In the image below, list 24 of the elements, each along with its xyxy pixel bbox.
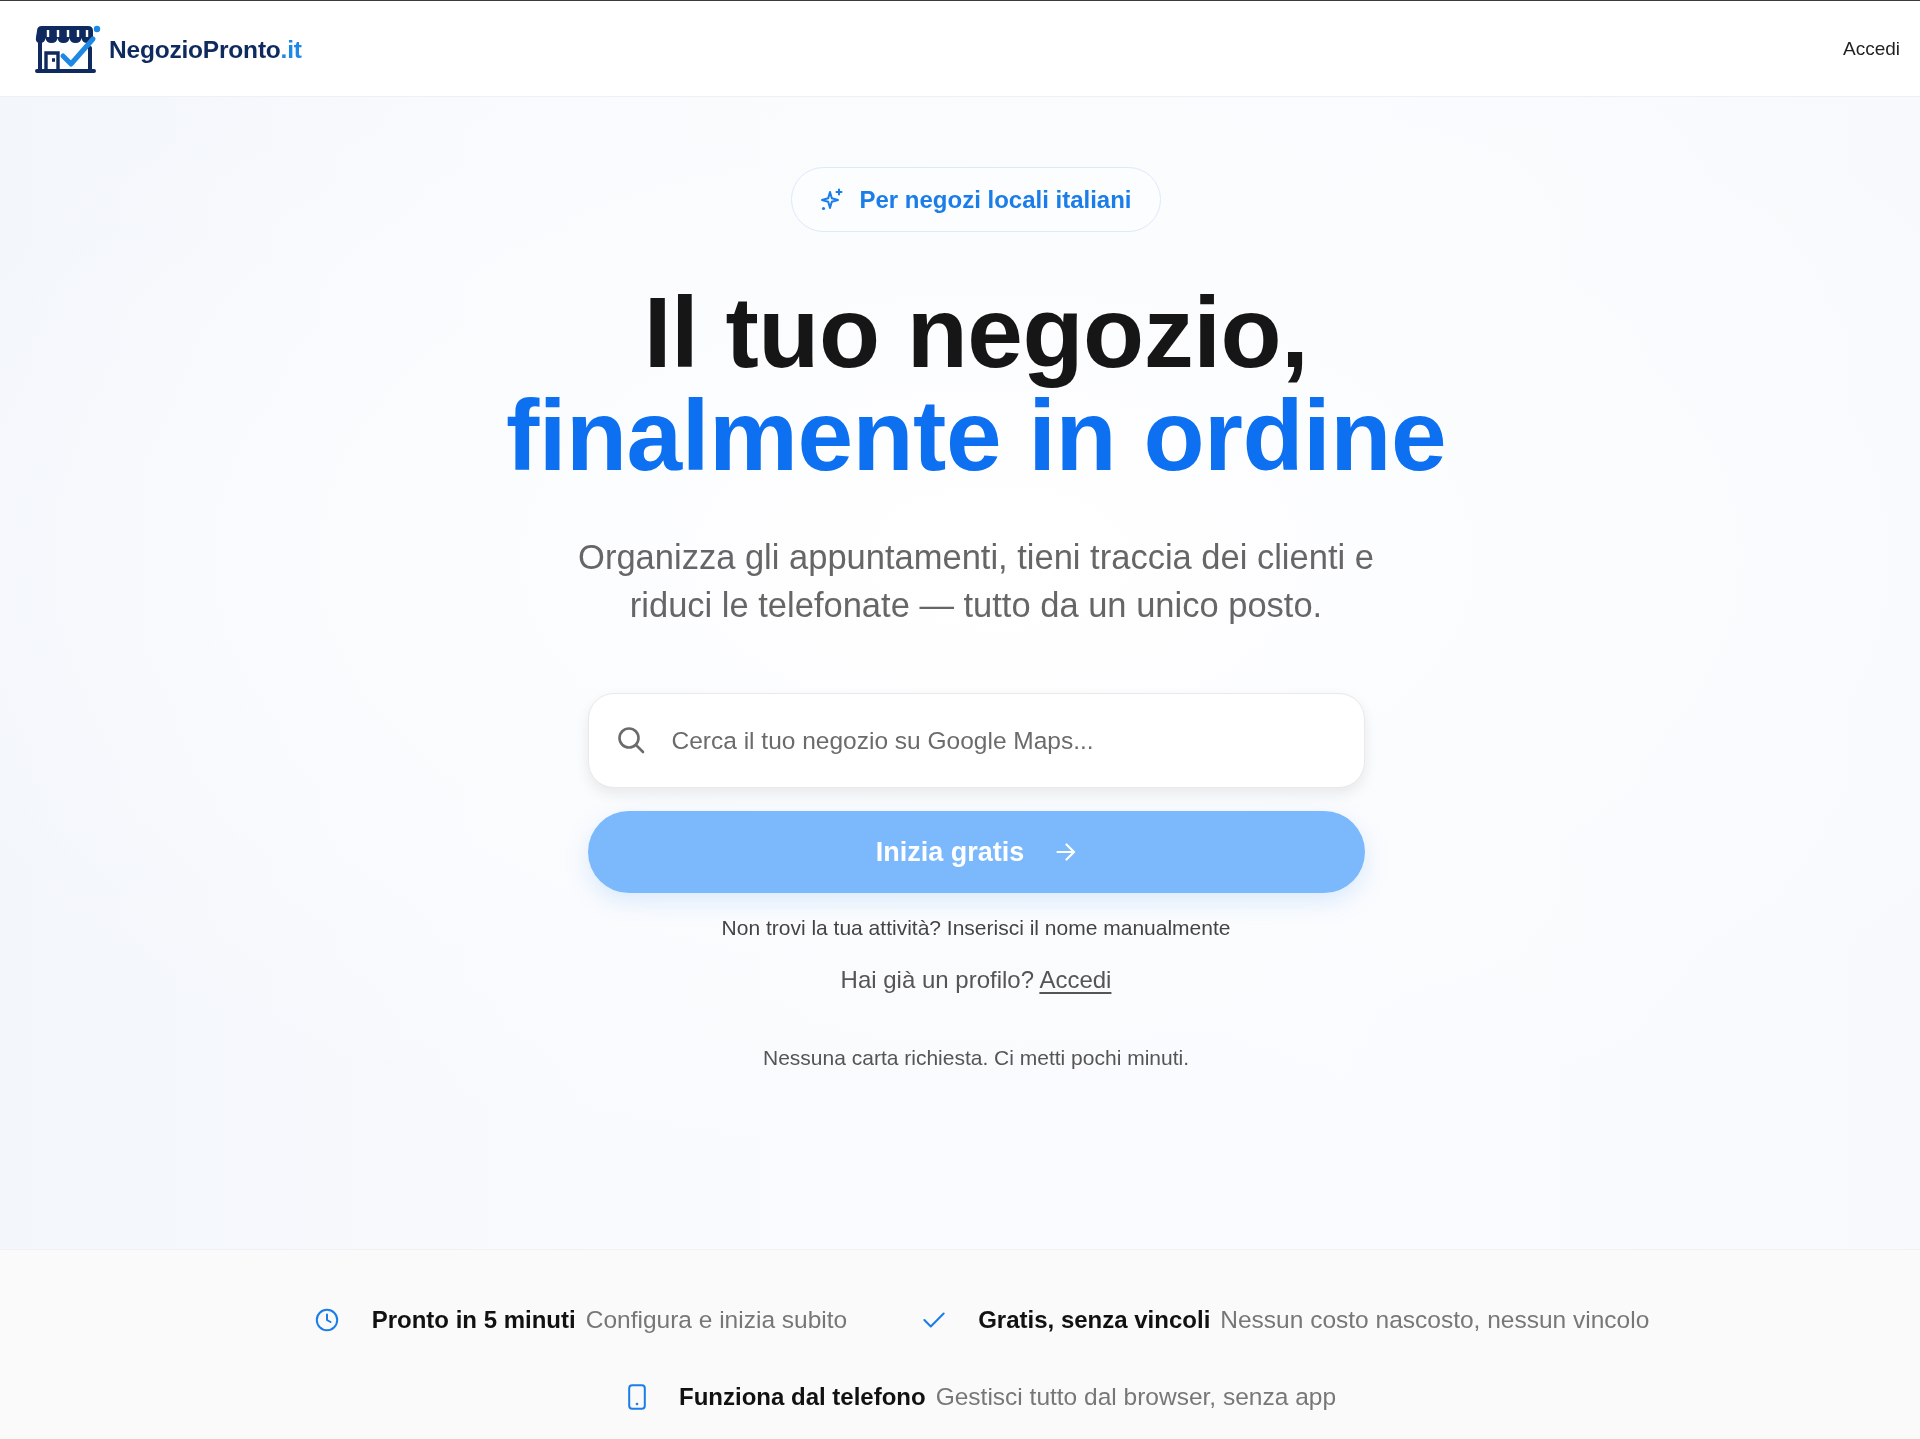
tagline-badge: Per negozi locali italiani [791,167,1161,232]
storefront-checkmark-icon [35,23,103,74]
feature-title: Gratis, senza vincoli [978,1306,1211,1334]
headline-highlight: finalmente in ordine [505,390,1447,480]
search-field[interactable]: Cerca il tuo negozio su Google Maps... [587,693,1365,788]
manual-entry-link[interactable]: Non trovi la tua attività? Inserisci il nome manualmente [721,914,1231,942]
subtitle: Organizza gli appuntamenti, tieni traccia dei clienti e riduci le telefonate — tutto da un unico posto. [577,537,1375,626]
smartphone-icon [628,1384,646,1410]
check-icon [923,1312,946,1328]
no-card-note: Nessuna carta richiesta. Ci metti pochi minuti. [763,1045,1189,1071]
login-link[interactable]: Accedi [1039,966,1112,993]
sparkle-icon [820,187,845,212]
feature-description: Gestisci tutto dal browser, senza app [935,1383,1336,1411]
feature-description: Configura e inizia subito [585,1306,848,1334]
feature-title: Funziona dal telefono [679,1383,926,1411]
header-login-link[interactable]: Accedi [1842,37,1900,60]
clock-icon [314,1308,339,1332]
feature-title: Pronto in 5 minuti [371,1306,576,1334]
arrow-right-icon [1056,843,1077,861]
brand-name: NegozioPronto.it [109,35,302,63]
headline: Il tuo negozio, [643,281,1309,390]
feature-description: Nessun costo nascosto, nessun vincolo [1220,1306,1650,1334]
login-prompt: Hai già un profilo? Accedi [840,965,1112,995]
search-icon [616,726,645,754]
